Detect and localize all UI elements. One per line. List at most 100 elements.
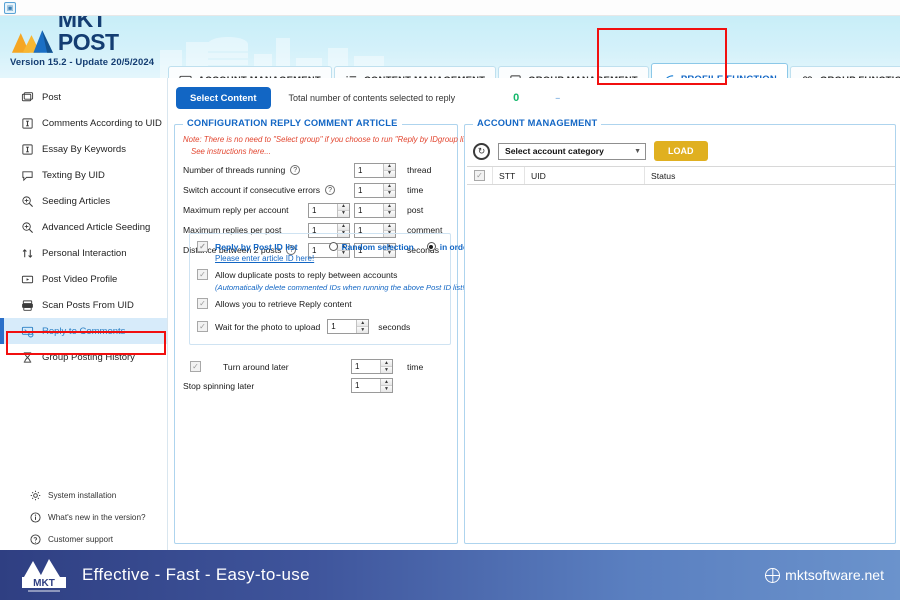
configuration-panel-legend: CONFIGURATION REPLY COMMENT ARTICLE: [183, 118, 402, 128]
sidebar-item-seeding-articles[interactable]: Seeding Articles: [0, 188, 167, 214]
sidebar-item-customer-support[interactable]: Customer support: [0, 528, 167, 550]
essay-icon: [20, 142, 34, 156]
sidebar: Post Comments According to UID Essay By …: [0, 78, 168, 550]
app-footer: MKT Effective - Fast - Easy-to-use mktso…: [0, 550, 900, 600]
config-note-2[interactable]: See instructions here...: [175, 147, 457, 156]
spinner-value: 1: [352, 360, 380, 373]
spinner-down-icon[interactable]: ▼: [381, 386, 392, 392]
row-turn-around-later: ✓ Turn around later 1 ▲▼ time: [183, 357, 451, 376]
refresh-icon[interactable]: ↻: [473, 143, 490, 160]
spinner-up-icon[interactable]: ▲: [357, 320, 368, 327]
spinner-up-icon[interactable]: ▲: [381, 379, 392, 386]
gear-icon: [30, 490, 41, 501]
retrieve-reply-label: Allows you to retrieve Reply content: [215, 299, 352, 309]
account-category-select[interactable]: Select account category ▼: [498, 143, 646, 160]
hourglass-icon: [20, 350, 34, 364]
max-reply-max-spinner[interactable]: 1 ▲▼: [354, 203, 396, 218]
sidebar-item-system-installation[interactable]: System installation: [0, 484, 167, 506]
sidebar-item-essay-by-keywords[interactable]: Essay By Keywords: [0, 136, 167, 162]
spinner-down-icon[interactable]: ▼: [381, 367, 392, 373]
sidebar-item-label: Post Video Profile: [42, 274, 117, 285]
sidebar-item-texting-by-uid[interactable]: Texting By UID: [0, 162, 167, 188]
tab-group-function[interactable]: GROUP FUNCTION: [790, 66, 900, 78]
sidebar-item-post-video-profile[interactable]: Post Video Profile: [0, 266, 167, 292]
info-icon: [30, 512, 41, 523]
sidebar-item-personal-interaction[interactable]: Personal Interaction: [0, 240, 167, 266]
select-all-header[interactable]: ✓: [467, 167, 493, 184]
video-icon: [20, 272, 34, 286]
tab-profile-function[interactable]: PROFILE FUNCTION: [651, 63, 788, 78]
sidebar-item-scan-posts-from-uid[interactable]: Scan Posts From UID: [0, 292, 167, 318]
wait-photo-spinner[interactable]: 1 ▲▼: [327, 319, 369, 334]
spinner-down-icon[interactable]: ▼: [384, 191, 395, 197]
updown-arrows-icon: [20, 246, 34, 260]
select-all-checkbox[interactable]: ✓: [474, 170, 485, 181]
form-label: Switch account if consecutive errors: [183, 185, 320, 195]
allow-duplicate-label: Allow duplicate posts to reply between a…: [215, 270, 397, 280]
retrieve-reply-checkbox[interactable]: ✓: [197, 298, 208, 309]
sidebar-item-post[interactable]: Post: [0, 84, 167, 110]
row-wait-photo-upload: ✓ Wait for the photo to upload 1 ▲▼ seco…: [190, 317, 450, 336]
sidebar-item-label: Post: [42, 92, 61, 103]
tab-account-management[interactable]: ACCOUNT MANAGEMENT: [168, 66, 332, 78]
sidebar-item-group-posting-history[interactable]: Group Posting History: [0, 344, 167, 370]
sidebar-item-whats-new[interactable]: What's new in the version?: [0, 506, 167, 528]
configuration-panel: CONFIGURATION REPLY COMMENT ARTICLE Note…: [174, 124, 458, 544]
max-reply-min-spinner[interactable]: 1 ▲▼: [308, 203, 350, 218]
turn-around-later-spinner[interactable]: 1 ▲▼: [351, 359, 393, 374]
spinner-down-icon[interactable]: ▼: [338, 211, 349, 217]
switch-account-spinner[interactable]: 1 ▲▼: [354, 183, 396, 198]
select-content-button[interactable]: Select Content: [176, 87, 271, 109]
footer-website[interactable]: mktsoftware.net: [765, 567, 884, 583]
random-selection-radio-group[interactable]: Random selection: [329, 242, 414, 252]
spinner-value: 1: [352, 379, 380, 392]
column-header-uid[interactable]: UID: [525, 167, 645, 184]
stop-spinning-later-spinner[interactable]: 1 ▲▼: [351, 378, 393, 393]
app-window-icon[interactable]: ▣: [4, 2, 16, 14]
tab-group-management[interactable]: GROUP MANAGEMENT: [498, 66, 649, 78]
threads-spinner[interactable]: 1 ▲▼: [354, 163, 396, 178]
wait-photo-checkbox[interactable]: ✓: [197, 321, 208, 332]
allow-duplicate-checkbox[interactable]: ✓: [197, 269, 208, 280]
sidebar-item-comments-according-to-uid[interactable]: Comments According to UID: [0, 110, 167, 136]
enter-article-id-link[interactable]: Please enter article ID here!: [190, 254, 450, 263]
spinner-down-icon[interactable]: ▼: [384, 171, 395, 177]
row-stop-spinning-later: Stop spinning later 1 ▲▼: [183, 376, 451, 395]
comment-uid-icon: [20, 116, 34, 130]
random-selection-radio[interactable]: [329, 242, 338, 251]
form-row-threads: Number of threads running ? 1 ▲▼ thread: [175, 160, 457, 180]
form-unit: post: [407, 205, 457, 215]
sidebar-item-advanced-article-seeding[interactable]: Advanced Article Seeding: [0, 214, 167, 240]
spinner-up-icon[interactable]: ▲: [381, 360, 392, 367]
reply-by-post-id-checkbox[interactable]: ✓: [197, 241, 208, 252]
sidebar-item-label: What's new in the version?: [48, 513, 146, 522]
spinner-value: 1: [355, 184, 383, 197]
spinner-value: 1: [355, 164, 383, 177]
wait-photo-label: Wait for the photo to upload: [215, 322, 320, 332]
spinner-down-icon[interactable]: ▼: [357, 327, 368, 333]
turn-around-later-label: Turn around later: [223, 362, 289, 372]
spinner-down-icon[interactable]: ▼: [384, 211, 395, 217]
sidebar-item-label: Customer support: [48, 535, 113, 544]
content-toolbar: Select Content Total number of contents …: [168, 84, 900, 112]
sidebar-item-reply-to-comments[interactable]: Reply to Comments: [0, 318, 167, 344]
column-header-stt[interactable]: STT: [493, 167, 525, 184]
form-row-switch-account: Switch account if consecutive errors ? 1…: [175, 180, 457, 200]
help-icon[interactable]: ?: [290, 165, 300, 175]
sidebar-item-label: Essay By Keywords: [42, 144, 126, 155]
column-header-status[interactable]: Status: [645, 167, 895, 184]
turn-around-later-checkbox[interactable]: ✓: [190, 361, 201, 372]
window-titlebar: ▣: [0, 0, 900, 16]
load-button[interactable]: LOAD: [654, 141, 708, 161]
duplicate-note: (Automatically delete commented IDs when…: [190, 283, 450, 292]
row-retrieve-reply: ✓ Allows you to retrieve Reply content: [190, 294, 450, 313]
total-contents-label: Total number of contents selected to rep…: [289, 93, 456, 103]
in-order-radio[interactable]: [427, 242, 436, 251]
toolbar-dash-link[interactable]: --: [555, 93, 559, 103]
help-icon[interactable]: ?: [325, 185, 335, 195]
sidebar-bottom-group: System installation What's new in the ve…: [0, 484, 167, 550]
app-logo[interactable]: MKT POST Version 15.2 - Update 20/5/2024: [10, 24, 170, 68]
reply-icon: [20, 324, 34, 338]
account-toolbar: ↻ Select account category ▼ LOAD: [473, 141, 708, 161]
tab-content-management[interactable]: CONTENT MANAGEMENT: [334, 66, 496, 78]
